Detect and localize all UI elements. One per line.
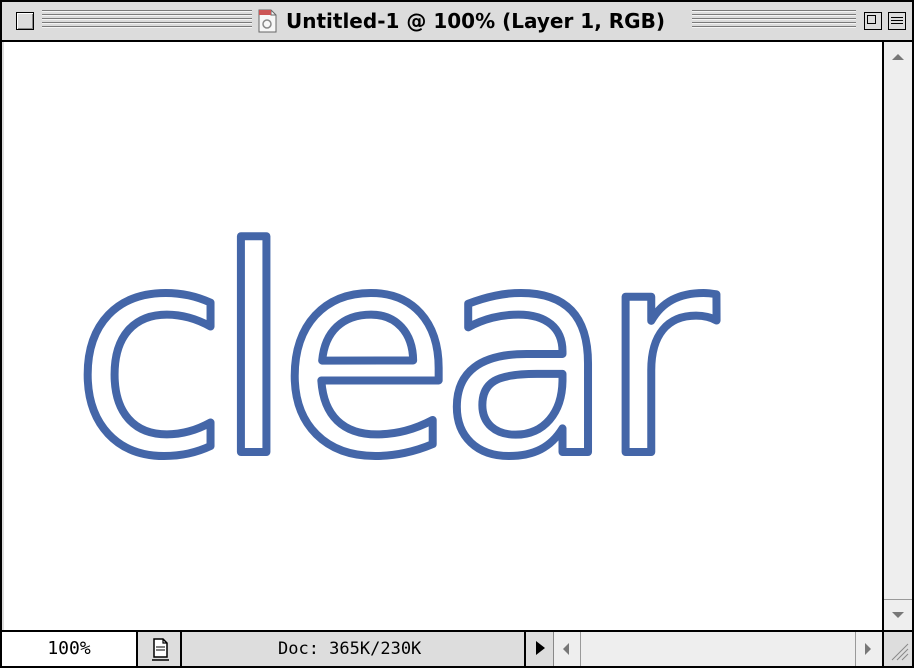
title-bar-stripes-left [42,10,252,30]
title-bar-stripes-right [692,10,856,30]
title-bar[interactable]: Untitled-1 @ 100% (Layer 1, RGB) [2,2,912,42]
horizontal-scrollbar[interactable] [554,632,882,666]
vertical-scrollbar[interactable] [882,42,912,630]
zoom-level-field[interactable]: 100% [2,632,138,666]
scroll-right-arrow-icon[interactable] [855,632,882,666]
scroll-down-arrow-icon[interactable] [884,599,912,630]
canvas-artwork: clear [68,184,738,523]
document-info: Doc: 365K/230K [278,639,422,659]
title-container: Untitled-1 @ 100% (Layer 1, RGB) [252,4,673,38]
resize-grip-icon[interactable] [882,632,912,666]
preview-page-icon [152,638,169,661]
scroll-left-arrow-icon[interactable] [554,632,581,666]
document-canvas[interactable]: clear [4,42,882,630]
outlined-text: clear [72,188,720,519]
preview-button[interactable] [140,632,182,666]
triangle-right-icon[interactable] [524,632,554,666]
zoom-box-icon[interactable] [864,12,882,30]
collapse-box-icon[interactable] [888,12,906,30]
document-window: Untitled-1 @ 100% (Layer 1, RGB) clear 1… [0,0,914,668]
status-bar: 100% Doc: 365K/230K [2,630,912,666]
window-title: Untitled-1 @ 100% (Layer 1, RGB) [286,9,665,33]
close-box-icon[interactable] [16,12,34,30]
scroll-up-arrow-icon[interactable] [884,42,912,72]
document-icon [258,9,277,33]
